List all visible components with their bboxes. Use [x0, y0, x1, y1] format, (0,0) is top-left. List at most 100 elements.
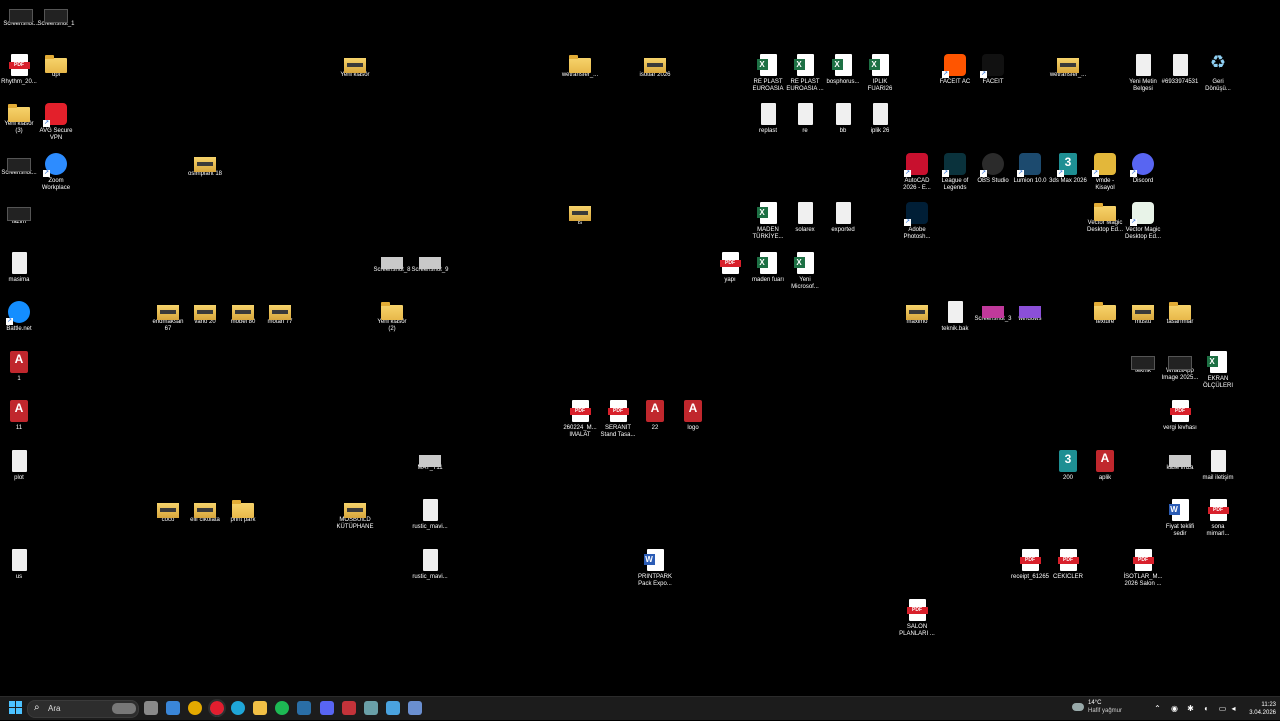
desktop-icon-solarex[interactable]: solarex [785, 200, 825, 248]
volume-icon[interactable]: ◂ [1229, 704, 1238, 713]
desktop-icon-logo[interactable]: logo [673, 398, 713, 446]
desktop-icon-texture[interactable]: texture [1085, 299, 1125, 347]
desktop-icon-yeni-metin[interactable]: Yeni Metin Belgesi [1123, 52, 1163, 100]
desktop-icon-windows[interactable]: windows [1010, 299, 1050, 347]
desktop-icon-müstü[interactable]: müstü [1123, 299, 1163, 347]
desktop-icon-sona[interactable]: sona mimarl... [1198, 497, 1238, 545]
opera-icon[interactable] [208, 699, 226, 717]
desktop-icon-isotlar-2026[interactable]: isotlar 2026 [635, 52, 675, 100]
desktop-icon-us[interactable]: us [0, 547, 39, 595]
desktop-icon-wetransfer[interactable]: wetransfer_... [1048, 52, 1088, 100]
desktop-icon-re-plast[interactable]: RE PLAST EUROASIA ... [785, 52, 825, 100]
desktop-icon-printpark[interactable]: PRINTPARK Pack Expo... [635, 547, 675, 595]
desktop-icon-iplik-26[interactable]: iplik 26 [860, 101, 900, 149]
desktop-icon-vario-20[interactable]: vario 20 [185, 299, 225, 347]
desktop-icon-endmaksan[interactable]: endmaksan 67 [148, 299, 188, 347]
desktop-icon-elif-cikolata[interactable]: elif cikolata [185, 497, 225, 545]
desktop-icon-tasarımlar[interactable]: tasarımlar [1160, 299, 1200, 347]
desktop-icon-screenshot-1[interactable]: Screenshot_1 [36, 2, 76, 50]
desktop-icon-1[interactable]: 1 [0, 349, 39, 397]
desktop-icon-is[interactable]: is [560, 200, 600, 248]
desktop-icon-replast[interactable]: replast [748, 101, 788, 149]
desktop-icon-league-of[interactable]: League of Legends [935, 151, 975, 199]
tray-app-icon[interactable]: ◉ [1170, 704, 1179, 713]
desktop-icon-screenshot[interactable]: Screenshot... [0, 151, 39, 199]
desktop-icon-aplik[interactable]: aplik [1085, 448, 1125, 496]
desktop-icon-plot[interactable]: plot [0, 448, 39, 496]
notepad-icon[interactable] [386, 701, 400, 715]
desktop-icon-print-park[interactable]: print park [223, 497, 263, 545]
desktop-icon-autocad[interactable]: AutoCAD 2026 - E... [897, 151, 937, 199]
desktop-icon-yeni-klasör[interactable]: Yeni klasör (3) [0, 101, 39, 149]
desktop-icon-yeni[interactable]: Yeni Microsof... [785, 250, 825, 298]
bluetooth-icon[interactable]: ✱ [1186, 704, 1195, 713]
desktop-icon-exported[interactable]: exported [823, 200, 863, 248]
desktop-icon-avg-secure[interactable]: AVG Secure VPN [36, 101, 76, 149]
desktop-icon-lumion-10-0[interactable]: Lumion 10.0 [1010, 151, 1050, 199]
desktop-icon-vector-magic[interactable]: Vector Magic Desktop Ed... [1085, 200, 1125, 248]
desktop-icon-screenshot[interactable]: Screenshot... [1, 2, 41, 50]
desktop-icon-screenshot-9[interactable]: Screenshot_9 [410, 250, 450, 298]
steam-icon[interactable] [297, 701, 311, 715]
desktop-icon-mat-711[interactable]: MAT_711 [410, 448, 450, 496]
desktop-icon-i-sotlar-m[interactable]: İSOTLAR_M... 2026 Salon ... [1123, 547, 1163, 595]
desktop-icon-bosphorus[interactable]: bosphorus... [823, 52, 863, 100]
desktop-icon-vergi-levhası[interactable]: vergi levhası [1160, 398, 1200, 446]
desktop-icon-coco[interactable]: coco [148, 497, 188, 545]
desktop-icon-yeni-klasör[interactable]: Yeni klasör (2) [372, 299, 412, 347]
desktop-icon-maden[interactable]: MADEN TÜRKİYE... [748, 200, 788, 248]
desktop-icon-wetransfer[interactable]: wetransfer_... [560, 52, 600, 100]
desktop-icon-vector-magic[interactable]: Vector Magic Desktop Ed... [1123, 200, 1163, 248]
desktop-icon-teknik[interactable]: teknik [1123, 349, 1163, 397]
desktop-icon-kase-imza[interactable]: kase imza [1160, 448, 1200, 496]
edge-icon[interactable] [231, 701, 245, 715]
settings-app-icon[interactable] [342, 701, 356, 715]
desktop-icon-obs-studio[interactable]: OBS Studio [973, 151, 1013, 199]
desktop-icon-22[interactable]: 22 [635, 398, 675, 446]
desktop-icon-bb[interactable]: bb [823, 101, 863, 149]
desktop-icon-re-plast[interactable]: RE PLAST EUROASIA [748, 52, 788, 100]
desktop-icon-yeni-klasör[interactable]: Yeni klasör [335, 52, 375, 100]
desktop-icon-yapı[interactable]: yapı [710, 250, 750, 298]
desktop-icon-screenshot-3[interactable]: Screenshot_3 [973, 299, 1013, 347]
desktop-icon-osimplant-18[interactable]: osimplant 18 [185, 151, 225, 199]
desktop-icon-maximo[interactable]: maximo [897, 299, 937, 347]
taskbar-search-box[interactable]: ⌕ Ara [27, 700, 139, 718]
desktop-icon-seranit[interactable]: SERANIT Stand Tasa... [598, 398, 638, 446]
desktop-icon-teknik-bak[interactable]: teknik.bak [935, 299, 975, 347]
desktop-icon-battle-net[interactable]: Battle.net [0, 299, 39, 347]
network-tool-icon[interactable] [364, 701, 378, 715]
desktop-icon-whatsapp[interactable]: WhatsApp Image 2025... [1160, 349, 1200, 397]
spotify-icon[interactable] [275, 701, 289, 715]
desktop-icon-iplik[interactable]: IPLIK FUARI26 [860, 52, 900, 100]
desktop-icon-ekran[interactable]: EKRAN ÖLÇÜLERI [1198, 349, 1238, 397]
desktop-icon-rhythm-20[interactable]: Rhythm_20... [0, 52, 39, 100]
desktop-icon-260224-m[interactable]: 260224_M... IMALAT [560, 398, 600, 446]
mail-app-icon[interactable] [166, 701, 180, 715]
desktop-icon-re[interactable]: re [785, 101, 825, 149]
desktop-icon-receipt-61265[interactable]: receipt_61265 [1010, 547, 1050, 595]
desktop-icon-dpi[interactable]: dpi [36, 52, 76, 100]
desktop-icon-faceit-ac[interactable]: FACEIT AC [935, 52, 975, 100]
desktop-icon-geri[interactable]: Geri Dönüşü... [1198, 52, 1238, 100]
file-explorer-icon[interactable] [253, 701, 267, 715]
desktop-icon-faceit[interactable]: FACEIT [973, 52, 1013, 100]
desktop-icon-motan-77[interactable]: motan 77 [260, 299, 300, 347]
desktop-icon-discord[interactable]: Discord [1123, 151, 1163, 199]
desktop-icon-lazim[interactable]: lazim [0, 200, 39, 248]
windows-start-icon[interactable] [9, 701, 23, 715]
desktop-icon-6933974531[interactable]: #6933974531 [1160, 52, 1200, 100]
desktop-icon-3ds-max-2026[interactable]: 3ds Max 2026 [1048, 151, 1088, 199]
discord-taskbar-icon[interactable] [320, 701, 334, 715]
chrome-icon[interactable] [188, 701, 202, 715]
task-view-icon[interactable] [144, 701, 158, 715]
desktop-icon-mobel-80[interactable]: mobel 80 [223, 299, 263, 347]
document-app-icon[interactable] [408, 701, 422, 715]
desktop-icon-rustic-mavi[interactable]: rustic_mavi... [410, 497, 450, 545]
desktop-icon-200[interactable]: 200 [1048, 448, 1088, 496]
desktop-icon-vmde[interactable]: vmde - Kisayol [1085, 151, 1125, 199]
desktop-icon-11[interactable]: 11 [0, 398, 39, 446]
chevron-up-icon[interactable]: ⌃ [1153, 704, 1162, 713]
desktop-icon-adobe[interactable]: Adobe Photosh... [897, 200, 937, 248]
desktop-icon-masima[interactable]: masima [0, 250, 39, 298]
